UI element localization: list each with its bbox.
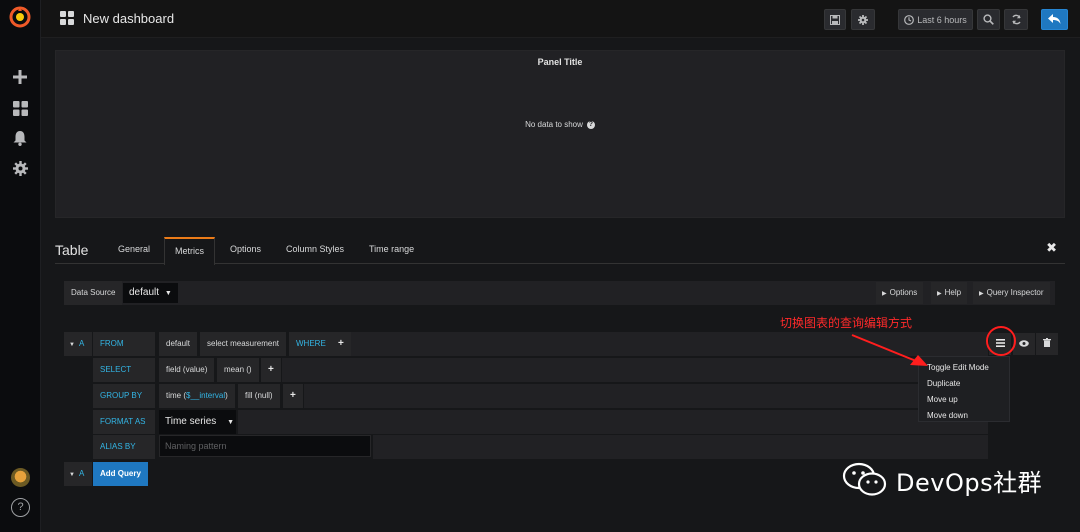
datasource-row: Data Source default ▼ ▶ Options ▶ Help ▶ Qu… xyxy=(64,281,1055,305)
alias-input[interactable]: Naming pattern xyxy=(159,435,371,457)
annotation-circle xyxy=(986,326,1016,356)
eye-icon[interactable] xyxy=(1013,333,1035,355)
watermark: DevOps社群 xyxy=(842,462,1042,498)
caret-down-icon: ▼ xyxy=(164,290,172,297)
editor-header: Table General Metrics Options Column Sty… xyxy=(55,234,1065,265)
clock-icon xyxy=(904,14,915,25)
panel-title[interactable]: Panel Title xyxy=(56,57,1064,67)
tab-metrics[interactable]: Metrics xyxy=(164,237,215,265)
plus-icon[interactable] xyxy=(11,70,29,88)
add-select-plus-icon[interactable]: + xyxy=(261,358,281,382)
caret-down-icon: ▼ xyxy=(227,419,235,426)
format-value: Time series xyxy=(165,416,217,427)
time-prefix: time ( xyxy=(166,391,186,400)
panel-type-title: Table xyxy=(55,242,89,258)
settings-gear-icon[interactable] xyxy=(851,9,875,30)
close-icon[interactable]: ✖ xyxy=(1046,240,1057,256)
annotation-arrow-icon xyxy=(851,334,928,366)
retention-policy[interactable]: default xyxy=(159,332,198,356)
options-button[interactable]: ▶ Options xyxy=(876,282,924,304)
query-inspector-button-label: Query Inspector xyxy=(986,288,1044,297)
caret-right-icon: ▶ xyxy=(937,291,942,297)
options-button-label: Options xyxy=(889,288,918,297)
time-range-picker[interactable]: Last 6 hours xyxy=(898,9,973,30)
trash-icon[interactable] xyxy=(1036,333,1058,355)
help-button-label: Help xyxy=(944,288,962,297)
dashboards-icon[interactable] xyxy=(11,101,29,119)
gear-icon[interactable] xyxy=(11,161,29,179)
tab-options[interactable]: Options xyxy=(230,244,261,254)
tab-time-range[interactable]: Time range xyxy=(369,244,414,254)
grafana-logo-icon[interactable] xyxy=(9,6,31,28)
alias-by-keyword: ALIAS BY xyxy=(93,435,155,459)
wechat-logo-icon xyxy=(842,462,887,496)
question-circle-icon[interactable]: ? xyxy=(586,120,595,129)
back-to-dashboard-button[interactable] xyxy=(1041,9,1068,30)
measurement-select[interactable]: select measurement xyxy=(200,332,287,356)
query-collapse-toggle[interactable]: ▼ A xyxy=(64,332,92,356)
tab-general[interactable]: General xyxy=(118,244,150,254)
alias-row-fill xyxy=(373,435,988,459)
time-interval-group[interactable]: time ($__interval) xyxy=(159,384,235,408)
tab-column-styles[interactable]: Column Styles xyxy=(286,244,344,254)
panel: Panel Title No data to show? xyxy=(55,50,1065,218)
help-icon[interactable]: ? xyxy=(11,498,30,517)
datasource-value: default xyxy=(129,287,160,298)
caret-right-icon: ▶ xyxy=(979,291,984,297)
caret-down-icon: ▼ xyxy=(69,472,75,478)
bell-icon[interactable] xyxy=(11,131,29,149)
return-arrow-icon xyxy=(1048,14,1061,24)
menu-item-move-up[interactable]: Move up xyxy=(919,392,1009,408)
group-by-row: GROUP BY time ($__interval) fill (null) … xyxy=(93,384,988,408)
no-data-message: No data to show? xyxy=(56,120,1064,129)
dashboard-grid-icon xyxy=(60,11,75,26)
new-query-toggle[interactable]: ▼ A xyxy=(64,462,92,486)
field-select[interactable]: field (value) xyxy=(159,358,215,382)
dashboard-title[interactable]: New dashboard xyxy=(83,11,174,26)
menu-item-toggle-edit-mode[interactable]: Toggle Edit Mode xyxy=(919,360,1009,376)
zoom-out-icon[interactable] xyxy=(977,9,1000,30)
aggregate-function[interactable]: mean () xyxy=(217,358,259,382)
watermark-text: DevOps社群 xyxy=(896,468,1043,497)
caret-right-icon: ▶ xyxy=(882,291,887,297)
group-by-keyword: GROUP BY xyxy=(93,384,155,408)
add-group-by-plus-icon[interactable]: + xyxy=(283,384,303,408)
sidebar: ? xyxy=(0,0,41,532)
menu-item-duplicate[interactable]: Duplicate xyxy=(919,376,1009,392)
time-range-label: Last 6 hours xyxy=(917,14,967,25)
help-button[interactable]: ▶ Help xyxy=(931,282,968,304)
where-keyword: WHERE xyxy=(289,332,333,356)
annotation-text: 切换图表的查询编辑方式 xyxy=(780,316,913,330)
save-icon[interactable] xyxy=(824,9,846,30)
datasource-select[interactable]: default ▼ xyxy=(123,283,178,303)
fill-option[interactable]: fill (null) xyxy=(238,384,280,408)
select-keyword: SELECT xyxy=(93,358,155,382)
format-row-fill xyxy=(238,410,988,434)
caret-down-icon: ▼ xyxy=(69,342,75,348)
alias-by-row: ALIAS BY Naming pattern xyxy=(93,435,988,459)
query-options-menu: Toggle Edit Mode Duplicate Move up Move … xyxy=(918,356,1010,422)
new-query-ref-id: A xyxy=(78,469,85,478)
add-where-plus-icon[interactable]: + xyxy=(331,332,351,356)
navbar: New dashboard Last 6 hours xyxy=(41,0,1080,38)
format-as-row: FORMAT AS Time series ▼ xyxy=(93,410,988,434)
add-query-button[interactable]: Add Query xyxy=(93,462,148,486)
no-data-text: No data to show xyxy=(525,120,583,129)
query-ref-id: A xyxy=(78,339,85,348)
format-as-keyword: FORMAT AS xyxy=(93,410,155,434)
format-select[interactable]: Time series ▼ xyxy=(159,410,236,434)
refresh-icon[interactable] xyxy=(1004,9,1028,30)
query-inspector-button[interactable]: ▶ Query Inspector xyxy=(973,282,1050,304)
user-avatar[interactable] xyxy=(11,468,30,487)
time-suffix: ) xyxy=(225,391,228,400)
interval-variable: $__interval xyxy=(186,391,226,400)
from-keyword: FROM xyxy=(93,332,155,356)
menu-item-move-down[interactable]: Move down xyxy=(919,408,1009,424)
datasource-label: Data Source xyxy=(64,281,123,305)
group-by-row-fill xyxy=(304,384,988,408)
